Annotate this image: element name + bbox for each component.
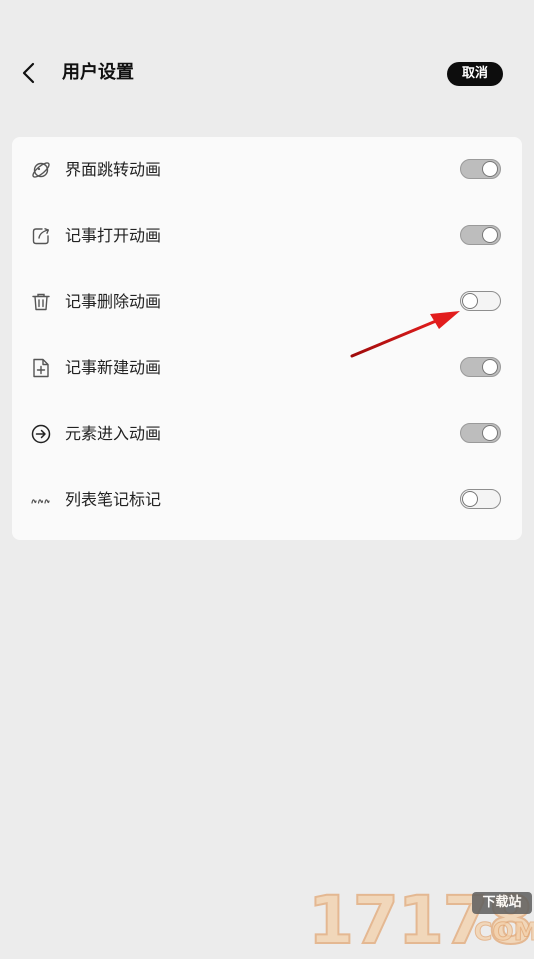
- toggle-knob: [482, 425, 498, 441]
- setting-label: 列表笔记标记: [65, 490, 162, 509]
- toggle-switch[interactable]: [460, 291, 501, 311]
- watermark-domain: COM: [473, 917, 534, 946]
- setting-row-note-delete: 记事删除动画: [12, 269, 522, 335]
- setting-label: 记事打开动画: [65, 226, 162, 245]
- setting-row-note-open: 记事打开动画: [12, 203, 522, 269]
- toggle-knob: [482, 161, 498, 177]
- chevron-left-icon: [22, 62, 35, 84]
- arrow-circle-right-icon: [31, 424, 51, 444]
- toggle-switch[interactable]: [460, 357, 501, 377]
- planet-icon: [32, 162, 50, 178]
- toggle-knob: [482, 359, 498, 375]
- setting-label: 记事新建动画: [65, 358, 162, 377]
- setting-row-note-create: 记事新建动画: [12, 335, 522, 401]
- page-title: 用户设置: [62, 62, 134, 83]
- toggle-switch[interactable]: [460, 159, 501, 179]
- settings-card: 界面跳转动画 记事打开动画 记事删除动画 记事新建动画 元素进入动画 列表笔记标…: [12, 137, 522, 540]
- watermark-tag: 下载站: [472, 892, 532, 914]
- setting-row-element-enter: 元素进入动画: [12, 401, 522, 467]
- edit-note-icon: [32, 228, 49, 245]
- toggle-switch[interactable]: [460, 225, 501, 245]
- trash-icon: [32, 293, 50, 311]
- back-button[interactable]: [14, 58, 44, 88]
- toggle-switch[interactable]: [460, 423, 501, 443]
- toggle-knob: [482, 227, 498, 243]
- setting-row-page-transition: 界面跳转动画: [12, 137, 522, 203]
- toggle-switch[interactable]: [460, 489, 501, 509]
- cancel-button[interactable]: 取消: [447, 62, 503, 86]
- new-file-icon: [33, 358, 49, 378]
- setting-label: 元素进入动画: [65, 424, 162, 443]
- wave-mark-icon: [31, 499, 50, 504]
- site-watermark: 17178 下载站 COM: [307, 887, 534, 955]
- setting-label: 界面跳转动画: [65, 160, 162, 179]
- toggle-knob: [462, 293, 478, 309]
- setting-label: 记事删除动画: [65, 292, 162, 311]
- setting-row-list-mark: 列表笔记标记: [12, 467, 522, 533]
- app-header: 用户设置 取消: [0, 0, 534, 110]
- toggle-knob: [462, 491, 478, 507]
